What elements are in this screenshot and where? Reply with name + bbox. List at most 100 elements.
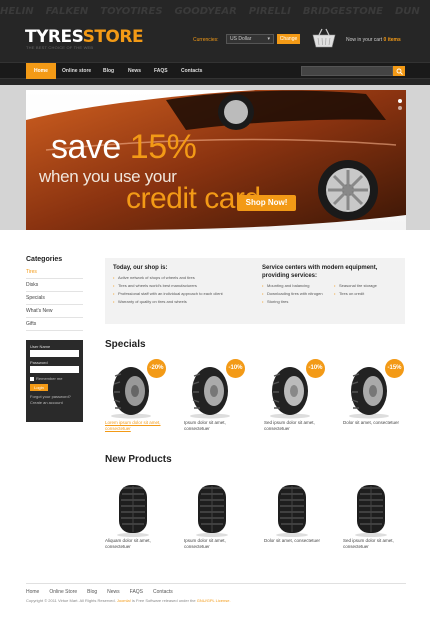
list-item: Tires and wheels world's best manufactur… bbox=[113, 282, 253, 290]
nav-blog[interactable]: Blog bbox=[95, 63, 122, 79]
tire-image[interactable] bbox=[264, 480, 326, 538]
create-account-link[interactable]: Create an account bbox=[30, 400, 79, 406]
product-desc[interactable]: Ipsum dolor sit amet, consectetuer bbox=[184, 538, 246, 550]
logo-tagline: THE BEST CHOICE OF THE WEB bbox=[26, 45, 94, 50]
services-title: Service centers with modern equipment, p… bbox=[262, 265, 378, 279]
category-list: Tires Disks Specials What's New Gifts bbox=[26, 266, 83, 331]
change-currency-button[interactable]: Change bbox=[277, 34, 300, 44]
discount-badge: -10% bbox=[306, 359, 325, 378]
list-item: Tires on credit bbox=[334, 290, 402, 298]
banner-headline: save 15% bbox=[51, 128, 197, 166]
shop-features-title: Today, our shop is: bbox=[113, 265, 168, 271]
footer-link[interactable]: FAQS bbox=[130, 589, 143, 595]
copyright-text: Copyright © 2011 Virtue Mart. All Rights… bbox=[26, 598, 116, 603]
services-list: Mounting and balancing Downloading tires… bbox=[262, 282, 402, 306]
copyright-text-2: is Free Software released under the bbox=[132, 598, 196, 603]
nav-news[interactable]: News bbox=[120, 63, 149, 79]
tire-image[interactable] bbox=[184, 480, 246, 538]
remember-me[interactable]: Remember me bbox=[30, 376, 79, 381]
footer-link[interactable]: Online Store bbox=[49, 589, 77, 595]
product-desc[interactable]: Aliquam dolor sit amet, consectetuer bbox=[105, 538, 167, 550]
product-desc[interactable]: Sed ipsum dolor sit amet, consectetuer bbox=[264, 420, 326, 432]
list-item: Professional staff with an individual ap… bbox=[113, 290, 253, 298]
nav-online-store[interactable]: Online store bbox=[54, 63, 99, 79]
brand-strip: HELIN FALKEN TOYOTIRES GOODYEAR PIRELLI … bbox=[0, 0, 430, 22]
services: Service centers with modern equipment, p… bbox=[262, 264, 402, 306]
remember-label: Remember me bbox=[36, 376, 63, 381]
discount-badge: -20% bbox=[147, 359, 166, 378]
brand-logo: DUN bbox=[394, 5, 420, 17]
password-label: Password bbox=[30, 360, 48, 365]
promo-banner[interactable]: save 15% when you use your credit card S… bbox=[26, 90, 406, 230]
password-field[interactable] bbox=[30, 366, 79, 373]
username-field[interactable] bbox=[30, 350, 79, 357]
banner-save: save bbox=[51, 128, 121, 166]
header: HELIN FALKEN TOYOTIRES GOODYEAR PIRELLI … bbox=[0, 0, 430, 85]
product-desc[interactable]: Ipsum dolor sit amet, consectetuer bbox=[184, 420, 246, 432]
chevron-down-icon: ▾ bbox=[267, 36, 270, 42]
discount-badge: -15% bbox=[385, 359, 404, 378]
new-products-title: New Products bbox=[105, 454, 172, 465]
product-desc[interactable]: Lorem ipsum dolor sit amet, consectetuer bbox=[105, 420, 167, 432]
search-icon bbox=[396, 68, 403, 75]
category-item[interactable]: Tires bbox=[26, 266, 83, 279]
search-button[interactable] bbox=[393, 66, 405, 76]
currency-label: Currencies: bbox=[193, 37, 219, 43]
joomla-link[interactable]: Joomla! bbox=[117, 598, 131, 603]
product-card[interactable]: Ipsum dolor sit amet, consectetuer bbox=[184, 480, 246, 550]
site-logo[interactable]: TYRESSTORE bbox=[25, 27, 144, 47]
search-input[interactable] bbox=[301, 66, 393, 76]
brand-logo: GOODYEAR bbox=[174, 5, 237, 17]
product-desc[interactable]: Dolor sit amet, consectetuer bbox=[264, 538, 326, 544]
shop-now-button[interactable]: Shop Now! bbox=[237, 195, 296, 211]
currency-selected: US Dollar bbox=[230, 36, 252, 42]
nav-home[interactable]: Home bbox=[26, 63, 56, 79]
brand-logo: FALKEN bbox=[45, 5, 89, 17]
product-desc[interactable]: Dolor sit amet, consectetuer bbox=[343, 420, 405, 426]
footer-link[interactable]: Home bbox=[26, 589, 39, 595]
category-item[interactable]: What's New bbox=[26, 305, 83, 318]
list-item: Mounting and balancing bbox=[262, 282, 330, 290]
currency-select[interactable]: US Dollar ▾ bbox=[226, 34, 274, 44]
cart-label: Now in your cart bbox=[346, 37, 383, 43]
category-item[interactable]: Disks bbox=[26, 279, 83, 292]
product-desc[interactable]: Sed ipsum dolor sit amet, consectetuer bbox=[343, 538, 405, 550]
footer-link[interactable]: News bbox=[107, 589, 120, 595]
tire-image[interactable] bbox=[105, 480, 167, 538]
remember-checkbox[interactable] bbox=[30, 376, 34, 381]
product-card[interactable]: Aliquam dolor sit amet, consectetuer bbox=[105, 480, 167, 550]
product-card[interactable]: -20% Lorem ipsum dolor sit amet, consect… bbox=[105, 359, 167, 432]
shop-features: Today, our shop is: Active network of sh… bbox=[113, 264, 253, 306]
nav-faqs[interactable]: FAQS bbox=[146, 63, 176, 79]
product-card[interactable]: Sed ipsum dolor sit amet, consectetuer bbox=[343, 480, 405, 550]
brand-logo: PIRELLI bbox=[248, 5, 291, 17]
footer-link[interactable]: Blog bbox=[87, 589, 97, 595]
categories-title: Categories bbox=[26, 256, 63, 263]
nav-contacts[interactable]: Contacts bbox=[173, 63, 210, 79]
list-item: Seasonal tire storage bbox=[334, 282, 402, 290]
footer-nav: Home Online Store Blog News FAQS Contact… bbox=[26, 589, 173, 595]
list-item: Storing tires bbox=[262, 298, 330, 306]
product-card[interactable]: Dolor sit amet, consectetuer bbox=[264, 480, 326, 544]
slider-dot[interactable] bbox=[398, 99, 402, 103]
category-item[interactable]: Specials bbox=[26, 292, 83, 305]
banner-percent: 15% bbox=[129, 128, 197, 166]
cart-status[interactable]: Now in your cart 0 items bbox=[346, 37, 401, 43]
product-card[interactable]: -10% Sed ipsum dolor sit amet, consectet… bbox=[264, 359, 326, 432]
footer-link[interactable]: Contacts bbox=[153, 589, 173, 595]
list-item: Warranty of quality on tires and wheels bbox=[113, 298, 253, 306]
specials-title: Specials bbox=[105, 339, 146, 350]
basket-icon[interactable] bbox=[311, 27, 337, 49]
logo-part1: TYRES bbox=[25, 27, 83, 47]
slider-dot[interactable] bbox=[398, 106, 402, 110]
login-button[interactable]: Login bbox=[30, 384, 48, 391]
product-card[interactable]: -10% Ipsum dolor sit amet, consectetuer bbox=[184, 359, 246, 432]
login-form: User Name Password Remember me Login For… bbox=[26, 340, 83, 422]
product-card[interactable]: -15% Dolor sit amet, consectetuer bbox=[343, 359, 405, 426]
cart-count: 0 items bbox=[383, 37, 401, 43]
category-item[interactable]: Gifts bbox=[26, 318, 83, 331]
tire-image[interactable] bbox=[343, 480, 405, 538]
license-link[interactable]: GNU/GPL License. bbox=[197, 598, 231, 603]
shop-features-list: Active network of shops of wheels and ti… bbox=[113, 274, 253, 306]
list-item: Downloading tires with nitrogen bbox=[262, 290, 330, 298]
